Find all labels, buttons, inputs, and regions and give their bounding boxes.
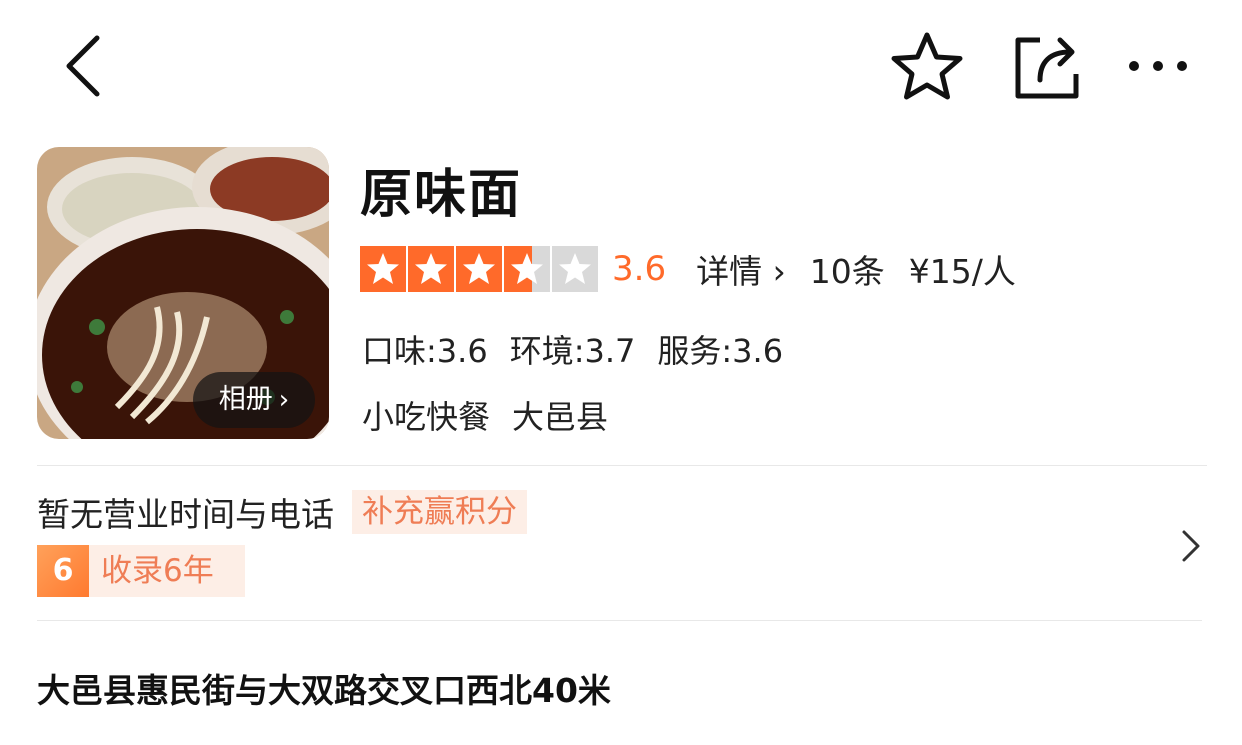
detail-label: 详情 <box>696 252 763 291</box>
supplement-button[interactable]: 补充赢积分 <box>352 490 527 534</box>
rating-star <box>456 246 502 292</box>
rating-row: 3.6 详情 › 10条 ¥15/人 <box>360 246 1016 292</box>
rating-score: 3.6 <box>612 249 667 289</box>
years-number: 6 <box>37 545 89 597</box>
price-per-person: ¥15/人 <box>908 252 1016 291</box>
rating-star <box>504 246 550 292</box>
top-nav-bar <box>0 0 1242 130</box>
star-outline-icon[interactable] <box>888 30 966 104</box>
years-badge: 6 收录6年 <box>37 545 245 597</box>
star-rating <box>360 246 598 292</box>
category-tag[interactable]: 小吃快餐 <box>362 392 490 438</box>
more-dots-icon[interactable] <box>1122 44 1194 88</box>
rating-star <box>408 246 454 292</box>
chevron-right-icon[interactable] <box>1178 528 1204 564</box>
rating-star <box>552 246 598 292</box>
album-button[interactable]: 相册 › <box>193 372 315 428</box>
shop-name: 原味面 <box>360 165 523 225</box>
categories: 小吃快餐 大邑县 <box>362 392 608 438</box>
environment-score: 环境:3.7 <box>509 332 636 370</box>
divider <box>37 465 1207 466</box>
hours-text: 暂无营业时间与电话 <box>37 495 334 534</box>
back-icon[interactable] <box>55 30 115 102</box>
district-tag[interactable]: 大邑县 <box>512 392 608 438</box>
rating-detail-link[interactable]: 详情 › <box>696 245 786 293</box>
sub-scores: 口味:3.6 环境:3.7 服务:3.6 <box>362 326 783 372</box>
taste-score: 口味:3.6 <box>362 332 488 370</box>
share-icon[interactable] <box>1010 32 1086 102</box>
service-score: 服务:3.6 <box>657 332 784 370</box>
divider <box>37 620 1202 621</box>
rating-star <box>360 246 406 292</box>
chevron-right-icon: › <box>278 385 290 415</box>
review-count[interactable]: 10条 <box>810 245 885 293</box>
album-label: 相册 <box>218 384 273 415</box>
hours-row[interactable]: 暂无营业时间与电话 补充赢积分 <box>37 488 527 536</box>
years-text: 收录6年 <box>101 553 214 589</box>
address[interactable]: 大邑县惠民街与大双路交叉口西北40米 <box>37 664 611 712</box>
